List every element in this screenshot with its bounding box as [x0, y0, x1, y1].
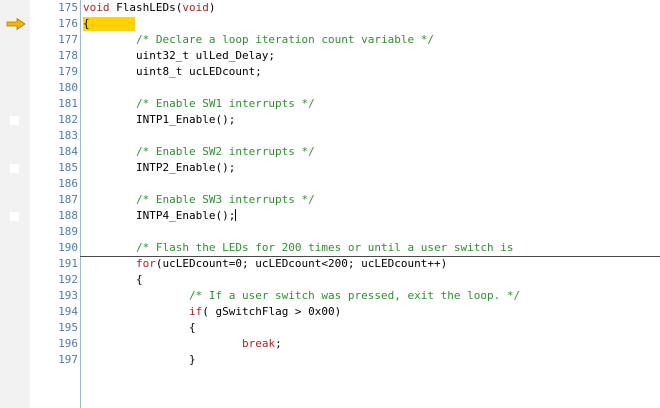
- code-line[interactable]: 196 break;: [0, 336, 660, 352]
- breakpoint-marker-icon[interactable]: [10, 212, 19, 221]
- line-number: 179: [58, 65, 78, 78]
- code-line[interactable]: 194 if( gSwitchFlag > 0x00): [0, 304, 660, 320]
- line-number: 193: [58, 289, 78, 302]
- code-line[interactable]: 187 /* Enable SW3 interrupts */: [0, 192, 660, 208]
- breakpoint-marker-icon[interactable]: [10, 164, 19, 173]
- code-text[interactable]: void FlashLEDs(void): [83, 0, 215, 16]
- code-line[interactable]: 191 for(ucLEDcount=0; ucLEDcount<200; uc…: [0, 256, 660, 272]
- code-line[interactable]: 185 INTP2_Enable();: [0, 160, 660, 176]
- arrow-right-icon: [6, 18, 26, 30]
- line-number: 185: [58, 161, 78, 174]
- code-line[interactable]: 175 void FlashLEDs(void): [0, 0, 660, 16]
- text-cursor: [235, 209, 237, 221]
- code-line[interactable]: 184 /* Enable SW2 interrupts */: [0, 144, 660, 160]
- line-number: 180: [58, 81, 78, 94]
- line-number: 195: [58, 321, 78, 334]
- code-line[interactable]: 188 INTP4_Enable();: [0, 208, 660, 224]
- code-line[interactable]: 177 /* Declare a loop iteration count va…: [0, 32, 660, 48]
- line-number: 188: [58, 209, 78, 222]
- code-line[interactable]: 190 /* Flash the LEDs for 200 times or u…: [0, 240, 660, 256]
- line-number: 192: [58, 273, 78, 286]
- current-line-highlight: [83, 17, 135, 31]
- code-text[interactable]: INTP1_Enable();: [83, 112, 235, 128]
- code-text[interactable]: /* Declare a loop iteration count variab…: [83, 32, 434, 48]
- code-line[interactable]: 189: [0, 224, 660, 240]
- line-number: 183: [58, 129, 78, 142]
- line-number: 181: [58, 97, 78, 110]
- code-line[interactable]: 195 {: [0, 320, 660, 336]
- line-number: 187: [58, 193, 78, 206]
- code-text[interactable]: uint8_t ucLEDcount;: [83, 64, 262, 80]
- line-number: 191: [58, 257, 78, 270]
- line-number: 176: [58, 17, 78, 30]
- line-number: 190: [58, 241, 78, 254]
- code-line[interactable]: 193 /* If a user switch was pressed, exi…: [0, 288, 660, 304]
- code-text[interactable]: }: [83, 352, 196, 368]
- code-line[interactable]: 180: [0, 80, 660, 96]
- code-line[interactable]: 183: [0, 128, 660, 144]
- code-editor[interactable]: 175 void FlashLEDs(void) 176 {177 /* Declar…: [0, 0, 660, 408]
- code-line[interactable]: 197 }: [0, 352, 660, 368]
- line-number: 196: [58, 337, 78, 350]
- code-text[interactable]: uint32_t ulLed_Delay;: [83, 48, 275, 64]
- code-line[interactable]: 176 {: [0, 16, 660, 32]
- code-line[interactable]: 182 INTP1_Enable();: [0, 112, 660, 128]
- code-text[interactable]: /* Enable SW1 interrupts */: [83, 96, 315, 112]
- line-number: 184: [58, 145, 78, 158]
- line-number: 186: [58, 177, 78, 190]
- line-number: 194: [58, 305, 78, 318]
- code-text[interactable]: {: [83, 320, 196, 336]
- line-number: 178: [58, 49, 78, 62]
- code-text[interactable]: if( gSwitchFlag > 0x00): [83, 304, 341, 320]
- code-text[interactable]: /* Enable SW2 interrupts */: [83, 144, 315, 160]
- code-text[interactable]: break;: [83, 336, 282, 352]
- breakpoint-marker-icon[interactable]: [10, 116, 19, 125]
- line-number: 182: [58, 113, 78, 126]
- code-text[interactable]: /* Flash the LEDs for 200 times or until…: [83, 240, 514, 256]
- code-line[interactable]: 181 /* Enable SW1 interrupts */: [0, 96, 660, 112]
- code-line[interactable]: 186: [0, 176, 660, 192]
- code-text[interactable]: {: [83, 16, 90, 32]
- code-text[interactable]: for(ucLEDcount=0; ucLEDcount<200; ucLEDc…: [83, 256, 447, 272]
- line-number: 177: [58, 33, 78, 46]
- line-number: 189: [58, 225, 78, 238]
- code-line[interactable]: 192 {: [0, 272, 660, 288]
- code-text[interactable]: /* If a user switch was pressed, exit th…: [83, 288, 520, 304]
- code-text[interactable]: INTP2_Enable();: [83, 160, 235, 176]
- code-text[interactable]: INTP4_Enable();: [83, 208, 237, 224]
- code-text[interactable]: /* Enable SW3 interrupts */: [83, 192, 315, 208]
- code-line[interactable]: 178 uint32_t ulLed_Delay;: [0, 48, 660, 64]
- line-number: 197: [58, 353, 78, 366]
- code-text[interactable]: {: [83, 272, 143, 288]
- line-number: 175: [58, 1, 78, 14]
- code-line[interactable]: 179 uint8_t ucLEDcount;: [0, 64, 660, 80]
